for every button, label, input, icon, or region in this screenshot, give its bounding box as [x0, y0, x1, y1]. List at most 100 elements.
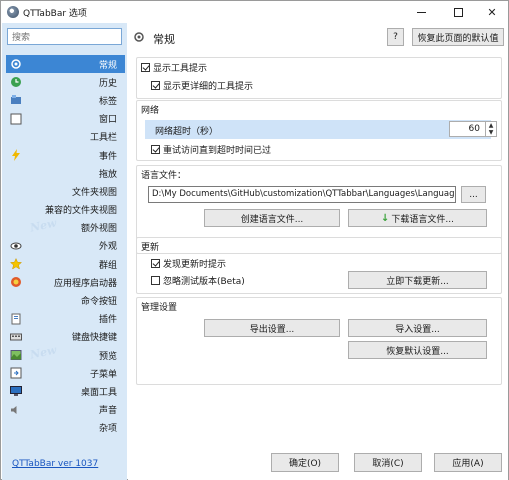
sidebar-item-label: 文件夹视图	[71, 187, 117, 198]
apply-button[interactable]: 应用(A)	[434, 453, 502, 472]
network-timeout-label: 网络超时（秒）	[155, 127, 219, 137]
sidebar-item-label: 桌面工具	[80, 387, 117, 398]
options-window: QTTabBar 选项 ✕ 常规 历史 标签 窗口 工	[0, 0, 509, 480]
update-group-title: 更新	[141, 243, 160, 253]
new-badge: New	[28, 343, 58, 362]
export-settings-button[interactable]: 导出设置...	[204, 319, 340, 337]
sidebar-item-label: 命令按钮	[80, 297, 117, 308]
restore-page-defaults-button[interactable]: 恢复此页面的默认值	[412, 28, 504, 46]
show-tooltips-checkbox[interactable]: 显示工具提示	[141, 61, 207, 74]
sidebar-item-history[interactable]: 历史	[6, 73, 125, 91]
search-input[interactable]	[7, 28, 122, 45]
chevron-down-icon[interactable]: ▼	[486, 129, 496, 136]
sidebar-item-drag-drop[interactable]: 拖放	[6, 164, 125, 182]
network-timeout-stepper[interactable]: 60 ▲ ▼	[449, 121, 497, 137]
close-icon: ✕	[487, 5, 497, 19]
close-button[interactable]: ✕	[475, 1, 509, 23]
chevron-up-icon[interactable]: ▲	[486, 122, 496, 129]
sidebar-item-label: 额外视图	[80, 224, 117, 235]
sidebar-item-events[interactable]: 事件	[6, 146, 125, 164]
ignore-beta-checkbox[interactable]: 忽略测试版本(Beta)	[151, 274, 245, 287]
sidebar-nav: 常规 历史 标签 窗口 工具栏 事件 拖放 文件夹视图 兼容的文件夹视图 New…	[6, 55, 125, 437]
show-detailed-tooltips-checkbox[interactable]: 显示更详细的工具提示	[151, 79, 253, 92]
sidebar-item-label: 子菜单	[89, 369, 117, 380]
create-language-file-button[interactable]: 创建语言文件...	[204, 209, 340, 227]
sidebar-item-window[interactable]: 窗口	[6, 110, 125, 128]
sidebar-item-compatible-folder-view[interactable]: 兼容的文件夹视图	[6, 201, 125, 219]
network-timeout-row: 网络超时（秒） 60 ▲ ▼	[145, 120, 497, 139]
admin-group-title: 管理设置	[141, 303, 178, 313]
preview-icon	[10, 350, 22, 360]
sidebar-item-appearance[interactable]: 外观	[6, 237, 125, 255]
sidebar-item-submenu[interactable]: 子菜单	[6, 364, 125, 382]
sidebar-item-folder-view[interactable]: 文件夹视图	[6, 182, 125, 200]
sidebar-item-plugins[interactable]: 插件	[6, 310, 125, 328]
desktop-icon	[10, 386, 22, 397]
checkbox-box[interactable]	[141, 63, 150, 72]
sidebar-item-label: 插件	[98, 315, 117, 326]
sidebar-item-label: 键盘快捷键	[71, 333, 117, 344]
tooltips-group: 显示工具提示 显示更详细的工具提示	[136, 57, 502, 99]
sidebar-item-label: 外观	[98, 242, 117, 253]
sidebar-item-command-buttons[interactable]: 命令按钮	[6, 291, 125, 309]
launcher-icon	[11, 277, 21, 288]
window-title: QTTabBar 选项	[23, 9, 87, 19]
window-icon	[10, 113, 22, 125]
sidebar-item-label: 预览	[98, 351, 117, 362]
checkbox-box[interactable]	[151, 145, 160, 154]
sidebar: 常规 历史 标签 窗口 工具栏 事件 拖放	[2, 23, 127, 480]
keyboard-icon	[10, 333, 22, 341]
sidebar-item-keyboard-shortcuts[interactable]: 键盘快捷键	[6, 328, 125, 346]
download-arrow-icon: ↓	[381, 212, 390, 224]
version-link[interactable]: QTTabBar ver 1037	[12, 459, 98, 469]
sidebar-item-label: 窗口	[98, 115, 117, 126]
sidebar-item-general[interactable]: 常规	[6, 55, 125, 74]
checkbox-box[interactable]	[151, 81, 160, 90]
settings-page: 常规 ? 恢复此页面的默认值 显示工具提示 显示更详细的工具提示 网络 网络超时…	[128, 23, 508, 480]
checkbox-box[interactable]	[151, 259, 160, 268]
sidebar-item-label: 应用程序启动器	[53, 278, 117, 289]
show-tooltips-label: 显示工具提示	[153, 64, 208, 74]
network-timeout-value[interactable]: 60	[469, 124, 480, 134]
sidebar-item-label: 常规	[98, 60, 117, 71]
sidebar-item-label: 拖放	[98, 169, 117, 180]
sidebar-item-label: 历史	[98, 78, 117, 89]
reset-default-settings-button[interactable]: 恢复默认设置...	[348, 341, 487, 359]
network-group-title: 网络	[141, 106, 160, 116]
sidebar-item-toolbar[interactable]: 工具栏	[6, 128, 125, 146]
sidebar-item-misc[interactable]: 杂项	[6, 419, 125, 437]
sidebar-item-label: 声音	[98, 406, 117, 417]
ok-button[interactable]: 确定(O)	[271, 453, 339, 472]
download-language-file-label: 下载语言文件...	[391, 214, 454, 225]
gear-icon	[134, 32, 144, 42]
minimize-button[interactable]	[404, 1, 438, 23]
language-file-path-input[interactable]: D:\My Documents\GitHub\customization\QTT…	[148, 186, 456, 203]
sidebar-item-sound[interactable]: 声音	[6, 401, 125, 419]
sidebar-item-label: 兼容的文件夹视图	[44, 206, 117, 217]
stepper-arrows[interactable]: ▲ ▼	[485, 122, 496, 136]
import-settings-button[interactable]: 导入设置...	[348, 319, 487, 337]
sidebar-item-desktop-tools[interactable]: 桌面工具	[6, 382, 125, 400]
star-icon	[10, 258, 22, 270]
network-group: 网络 网络超时（秒） 60 ▲ ▼ 重试访问直到超时时间已过	[136, 100, 502, 161]
language-group-title: 语言文件：	[141, 171, 187, 181]
checkbox-box[interactable]	[151, 276, 160, 285]
page-title: 常规	[153, 33, 175, 46]
maximize-button[interactable]	[441, 1, 475, 23]
ignore-beta-label: 忽略测试版本(Beta)	[163, 277, 245, 287]
sidebar-item-preview[interactable]: New 预览	[6, 343, 125, 364]
sidebar-item-tabs[interactable]: 标签	[6, 91, 125, 109]
sidebar-item-groups[interactable]: 群组	[6, 255, 125, 273]
cancel-button[interactable]: 取消(C)	[354, 453, 422, 472]
sidebar-item-app-launcher[interactable]: 应用程序启动器	[6, 273, 125, 291]
sidebar-item-extra-view[interactable]: New 额外视图	[6, 216, 125, 237]
retry-until-timeout-checkbox[interactable]: 重试访问直到超时时间已过	[151, 143, 271, 156]
help-button[interactable]: ?	[387, 28, 404, 46]
eye-icon	[10, 242, 22, 250]
notify-update-checkbox[interactable]: 发现更新时提示	[151, 257, 226, 270]
download-update-now-button[interactable]: 立即下载更新...	[348, 271, 487, 289]
download-language-file-button[interactable]: ↓ 下载语言文件...	[348, 209, 487, 227]
browse-button[interactable]: ...	[461, 186, 486, 203]
sidebar-item-label: 群组	[98, 260, 117, 271]
submenu-icon	[10, 367, 22, 379]
